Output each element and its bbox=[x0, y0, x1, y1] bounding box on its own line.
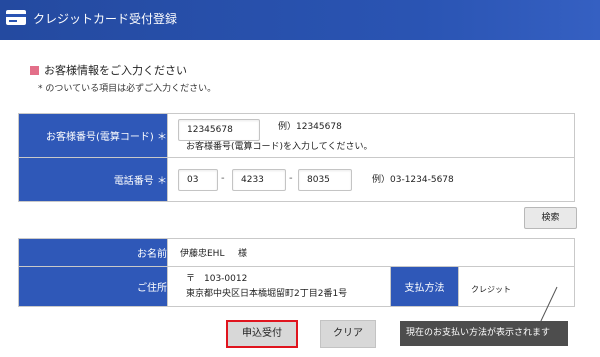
tooltip-pointer-line bbox=[539, 286, 558, 324]
tooltip-callout: 現在のお支払い方法が表示されます bbox=[400, 321, 568, 346]
